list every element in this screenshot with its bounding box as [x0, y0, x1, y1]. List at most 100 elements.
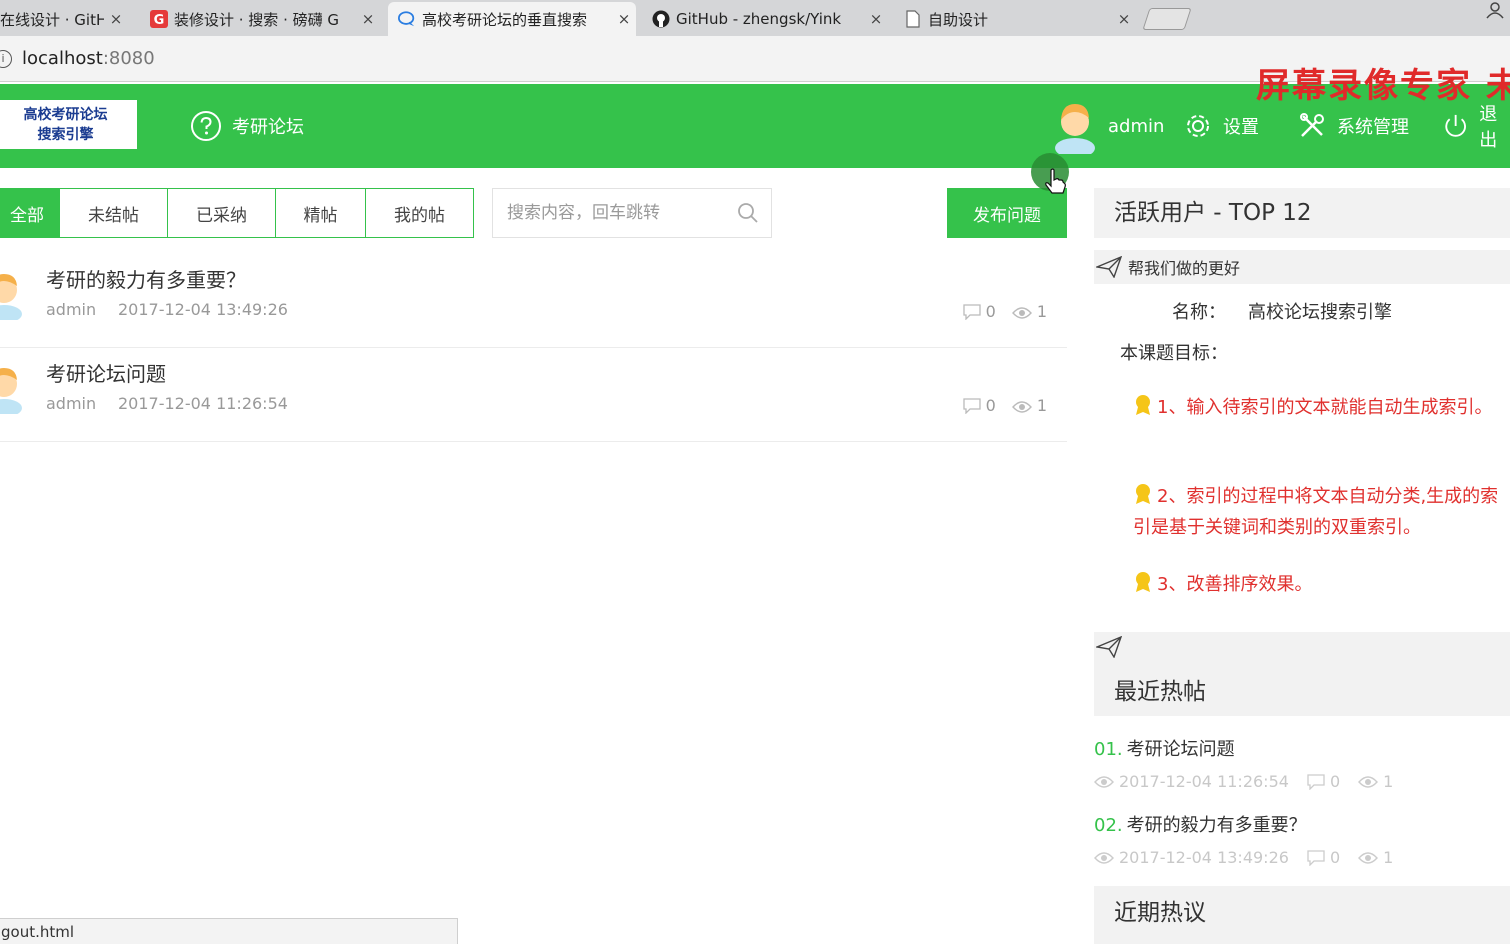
goal-item: 3、改善排序效果。 — [1133, 569, 1503, 600]
filter-tab-mine[interactable]: 我的帖 — [366, 188, 474, 238]
system-admin-link[interactable]: 系统管理 — [1297, 100, 1409, 152]
view-count-wrap: 1 — [1011, 302, 1047, 321]
new-tab-button[interactable] — [1142, 8, 1192, 30]
eye-icon — [1094, 775, 1114, 788]
goal-item: 2、索引的过程中将文本自动分类,生成的索引是基于关键词和类别的双重索引。 — [1133, 481, 1503, 543]
browser-status-bar: gout.html — [0, 918, 458, 944]
profile-icon[interactable] — [1484, 0, 1506, 20]
comment-icon — [1307, 849, 1325, 866]
post-list-item[interactable]: 考研论坛问题 admin 2017-12-04 11:26:54 0 1 — [0, 348, 1067, 442]
hot-post-time: 2017-12-04 11:26:54 — [1119, 772, 1289, 791]
search-input[interactable] — [493, 189, 723, 237]
help-title-text: 帮我们做的更好 — [1128, 259, 1241, 278]
logout-link[interactable]: 退出 — [1442, 100, 1510, 152]
tab-title: 高校考研论坛的垂直搜索 — [422, 10, 588, 29]
post-author[interactable]: admin — [46, 394, 96, 413]
view-count: 1 — [1036, 302, 1047, 321]
hot-post-number: 02. — [1094, 815, 1123, 836]
user-avatar[interactable] — [1054, 100, 1096, 154]
gear-icon — [1187, 115, 1209, 137]
chat-bubble-icon — [398, 10, 416, 28]
tab-title: 自助设计 — [928, 10, 989, 29]
hot-posts-header: 最近热帖 — [1094, 666, 1510, 716]
nav-forum-link[interactable]: 考研论坛 — [190, 110, 304, 142]
hot-post-comments-wrap: 0 — [1307, 848, 1340, 867]
browser-tab-bar: 在线设计 · GitH × G 装修设计 · 搜索 · 磅礴 G × 高校考研论… — [0, 0, 1510, 36]
page-icon — [904, 10, 922, 28]
post-author-avatar[interactable] — [0, 358, 26, 414]
tools-icon — [1300, 113, 1324, 137]
question-circle-icon — [191, 111, 221, 141]
hand-cursor-icon — [1045, 168, 1066, 194]
tab-close-icon[interactable]: × — [1112, 10, 1136, 28]
tab-close-icon[interactable]: × — [612, 10, 636, 28]
post-stats: 0 1 — [962, 302, 1047, 321]
post-title[interactable]: 考研论坛问题 — [46, 358, 166, 387]
hot-post-comments-wrap: 0 — [1307, 772, 1340, 791]
tab-close-icon[interactable]: × — [356, 10, 380, 28]
post-title[interactable]: 考研的毅力有多重要？ — [46, 264, 246, 293]
browser-tab-4[interactable]: GitHub - zhengsk/Yink × — [642, 2, 888, 36]
medal-icon — [1136, 572, 1150, 592]
hot-post-item[interactable]: 01. 考研论坛问题 — [1094, 735, 1235, 761]
browser-tab-2[interactable]: G 装修设计 · 搜索 · 磅礴 G × — [140, 2, 380, 36]
search-icon[interactable] — [737, 202, 759, 224]
site-logo[interactable]: 高校考研论坛 搜索引擎 — [0, 100, 137, 149]
comment-count-wrap: 0 — [962, 396, 996, 415]
url-port: :8080 — [102, 48, 155, 69]
comment-icon — [962, 304, 981, 321]
paper-plane-icon — [1094, 635, 1123, 659]
filter-tab-featured[interactable]: 精帖 — [276, 188, 366, 238]
goal-text: 2、索引的过程中将文本自动分类,生成的索引是基于关键词和类别的双重索引。 — [1133, 486, 1499, 538]
view-count-wrap: 1 — [1011, 396, 1047, 415]
project-name-label: 名称： — [1172, 302, 1226, 323]
tab-title: 在线设计 · GitH — [0, 10, 104, 29]
help-us-header: 帮我们做的更好 — [1094, 250, 1510, 284]
search-engine-icon: G — [150, 10, 168, 28]
logo-line-1: 高校考研论坛 — [23, 107, 108, 123]
hot-post-meta: 2017-12-04 11:26:54 0 1 — [1094, 772, 1411, 791]
recent-hot-header: 近期热议 — [1094, 886, 1510, 944]
hot-post-title[interactable]: 考研的毅力有多重要？ — [1127, 815, 1307, 836]
tab-close-icon[interactable]: × — [104, 10, 128, 28]
comment-icon — [1307, 773, 1325, 790]
post-list-item[interactable]: 考研的毅力有多重要？ admin 2017-12-04 13:49:26 0 1 — [0, 254, 1067, 348]
eye-icon — [1011, 307, 1032, 319]
user-name-link[interactable]: admin — [1108, 100, 1164, 152]
hot-post-views: 1 — [1383, 772, 1394, 791]
url-field[interactable]: localhost:8080 — [22, 48, 155, 69]
recent-hot-title: 近期热议 — [1114, 900, 1206, 926]
goal-label: 本课题目标： — [1120, 343, 1228, 364]
system-admin-label: 系统管理 — [1337, 117, 1409, 138]
nav-forum-label: 考研论坛 — [232, 117, 304, 138]
github-icon — [652, 10, 670, 28]
post-time: 2017-12-04 11:26:54 — [118, 394, 288, 413]
tab-close-icon[interactable]: × — [864, 10, 888, 28]
goal-text: 3、改善排序效果。 — [1157, 574, 1313, 595]
browser-tab-5[interactable]: 自助设计 × — [894, 2, 1136, 36]
paper-plane-icon — [1096, 256, 1122, 278]
hot-post-item[interactable]: 02. 考研的毅力有多重要？ — [1094, 811, 1307, 837]
project-name-value: 高校论坛搜索引擎 — [1248, 302, 1392, 323]
recording-watermark: 屏幕录像专家 未 — [1256, 66, 1510, 106]
hot-posts-divider — [1094, 632, 1510, 666]
project-name-row: 名称： 高校论坛搜索引擎 — [1172, 298, 1392, 324]
browser-tab-3-active[interactable]: 高校考研论坛的垂直搜索 × — [388, 2, 636, 36]
hot-post-views-wrap: 1 — [1358, 772, 1393, 791]
hot-post-title[interactable]: 考研论坛问题 — [1127, 739, 1235, 760]
settings-label: 设置 — [1223, 117, 1259, 138]
filter-tab-unresolved[interactable]: 未结帖 — [60, 188, 168, 238]
active-users-header: 活跃用户 - TOP 12 — [1094, 188, 1510, 238]
settings-link[interactable]: 设置 — [1183, 100, 1259, 152]
filter-tab-all[interactable]: 全部 — [0, 188, 60, 238]
active-users-title: 活跃用户 - TOP 12 — [1114, 200, 1312, 226]
browser-tab-1[interactable]: 在线设计 · GitH × — [0, 2, 128, 36]
hot-post-views: 1 — [1383, 848, 1394, 867]
goal-text: 1、输入待索引的文本就能自动生成索引。 — [1157, 397, 1493, 418]
medal-icon — [1136, 484, 1150, 504]
post-author-avatar[interactable] — [0, 264, 26, 320]
tab-title: 装修设计 · 搜索 · 磅礴 G — [174, 10, 340, 29]
logout-label: 退出 — [1479, 104, 1498, 151]
post-author[interactable]: admin — [46, 300, 96, 319]
filter-tab-accepted[interactable]: 已采纳 — [168, 188, 276, 238]
